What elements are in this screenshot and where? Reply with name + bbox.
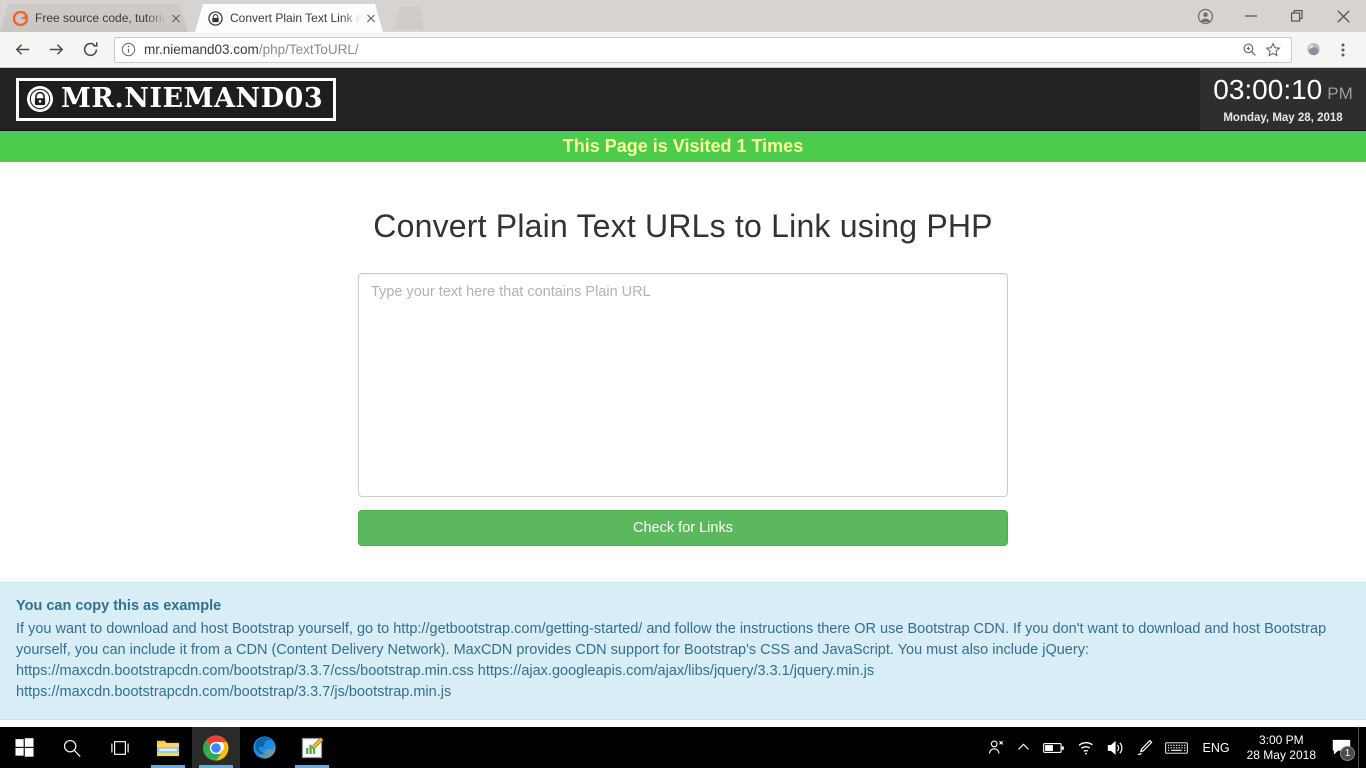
volume-icon[interactable] [1101, 727, 1131, 768]
info-circle-icon[interactable] [121, 42, 136, 57]
clock-time-value: 03:00:10 [1213, 73, 1323, 105]
battery-icon[interactable] [1037, 727, 1071, 768]
taskbar-app-chrome[interactable] [192, 727, 240, 768]
text-input-textarea[interactable] [358, 273, 1008, 497]
pen-ink-icon[interactable] [1131, 727, 1159, 768]
restore-icon[interactable] [1274, 0, 1320, 32]
three-dot-menu-icon[interactable] [1328, 36, 1358, 64]
page-title: Convert Plain Text URLs to Link using PH… [373, 208, 993, 244]
site-header: MR.NIEMAND03 03:00:10 PM Monday, May 28, … [0, 68, 1366, 130]
visit-counter-banner: This Page is Visited 1 Times [0, 130, 1366, 162]
reload-icon[interactable] [76, 36, 104, 64]
visit-counter-text: This Page is Visited 1 Times [562, 136, 804, 156]
tab-close-icon[interactable] [168, 10, 184, 26]
keyboard-icon[interactable] [1159, 727, 1194, 768]
taskbar-app-file-explorer[interactable] [144, 727, 192, 768]
taskbar-spacer [336, 727, 982, 768]
task-view-icon[interactable] [96, 727, 144, 768]
system-tray: ENG 3:00 PM 28 May 2018 1 [982, 727, 1366, 768]
tab-strip: Free source code, tutorial Convert Plain… [0, 0, 1366, 32]
input-language-indicator[interactable]: ENG [1194, 741, 1239, 755]
clock-time: 03:00:10 PM [1213, 73, 1353, 109]
tab-title: Free source code, tutorial [35, 11, 166, 25]
search-icon[interactable] [48, 727, 96, 768]
convert-form: Check for Links [358, 273, 1008, 546]
notification-icon[interactable]: 1 [1324, 727, 1358, 768]
address-bar-text: mr.niemand03.com/php/TextToURL/ [144, 42, 1237, 57]
file-explorer-icon [156, 740, 179, 756]
browser-tab-1[interactable]: Free source code, tutorial [0, 4, 188, 32]
alert-body: If you want to download and host Bootstr… [16, 619, 1350, 703]
taskbar-app-notepad[interactable] [288, 727, 336, 768]
tab-title: Convert Plain Text Link in [230, 11, 361, 25]
padlock-badge-icon [27, 85, 53, 112]
chrome-browser-window: Free source code, tutorial Convert Plain… [0, 0, 1366, 768]
taskbar-clock[interactable]: 3:00 PM 28 May 2018 [1239, 733, 1324, 763]
taskbar-clock-time: 3:00 PM [1258, 732, 1304, 747]
profile-avatar-icon[interactable] [1182, 0, 1228, 32]
account-icon[interactable] [1298, 36, 1328, 64]
taskbar-app-firefox[interactable] [240, 727, 288, 768]
back-arrow-icon[interactable] [8, 36, 36, 64]
site-logo[interactable]: MR.NIEMAND03 [16, 77, 337, 121]
zoom-magnifier-icon[interactable] [1237, 38, 1261, 62]
forward-arrow-icon[interactable] [42, 36, 70, 64]
taskbar-clock-date: 28 May 2018 [1246, 747, 1316, 762]
browser-toolbar: mr.niemand03.com/php/TextToURL/ [0, 32, 1366, 68]
window-controls [1182, 0, 1366, 32]
show-desktop-button[interactable] [1358, 727, 1366, 768]
alert-title: You can copy this as example [16, 598, 222, 614]
windows-taskbar: ENG 3:00 PM 28 May 2018 1 [0, 727, 1366, 768]
url-domain: mr.niemand03.com [144, 42, 259, 57]
taskbar-apps [0, 727, 336, 768]
alert-line-1: If you want to download and host Bootstr… [16, 621, 1327, 658]
site-logo-text: MR.NIEMAND03 [61, 82, 324, 114]
alert-line-3: https://maxcdn.bootstrapcdn.com/bootstra… [16, 684, 452, 700]
windows-start-icon[interactable] [0, 727, 48, 768]
notification-count-badge: 1 [1340, 746, 1355, 761]
minimize-icon[interactable] [1228, 0, 1274, 32]
chevron-up-icon[interactable] [1011, 727, 1037, 768]
notepad-plus-icon [301, 736, 324, 758]
new-tab-button[interactable] [394, 7, 424, 29]
page-viewport: MR.NIEMAND03 03:00:10 PM Monday, May 28, … [0, 68, 1366, 727]
tab-close-icon[interactable] [363, 10, 379, 26]
header-clock: 03:00:10 PM Monday, May 28, 2018 [1200, 68, 1366, 130]
orange-circle-icon [12, 10, 28, 26]
close-icon[interactable] [1320, 0, 1366, 32]
browser-tab-2[interactable]: Convert Plain Text Link in [195, 4, 383, 32]
wifi-icon[interactable] [1071, 727, 1101, 768]
example-alert-box: You can copy this as example If you want… [0, 582, 1366, 720]
alert-line-2: https://maxcdn.bootstrapcdn.com/bootstra… [16, 663, 875, 679]
clock-date: Monday, May 28, 2018 [1223, 111, 1343, 124]
people-icon[interactable] [982, 727, 1011, 768]
firefox-icon [252, 736, 276, 759]
padlock-icon [207, 10, 223, 26]
star-icon[interactable] [1261, 38, 1285, 62]
clock-ampm: PM [1327, 83, 1353, 103]
chrome-icon [203, 735, 229, 760]
check-for-links-button[interactable]: Check for Links [358, 510, 1008, 546]
url-path: /php/TextToURL/ [258, 42, 359, 57]
address-bar[interactable]: mr.niemand03.com/php/TextToURL/ [114, 36, 1292, 63]
